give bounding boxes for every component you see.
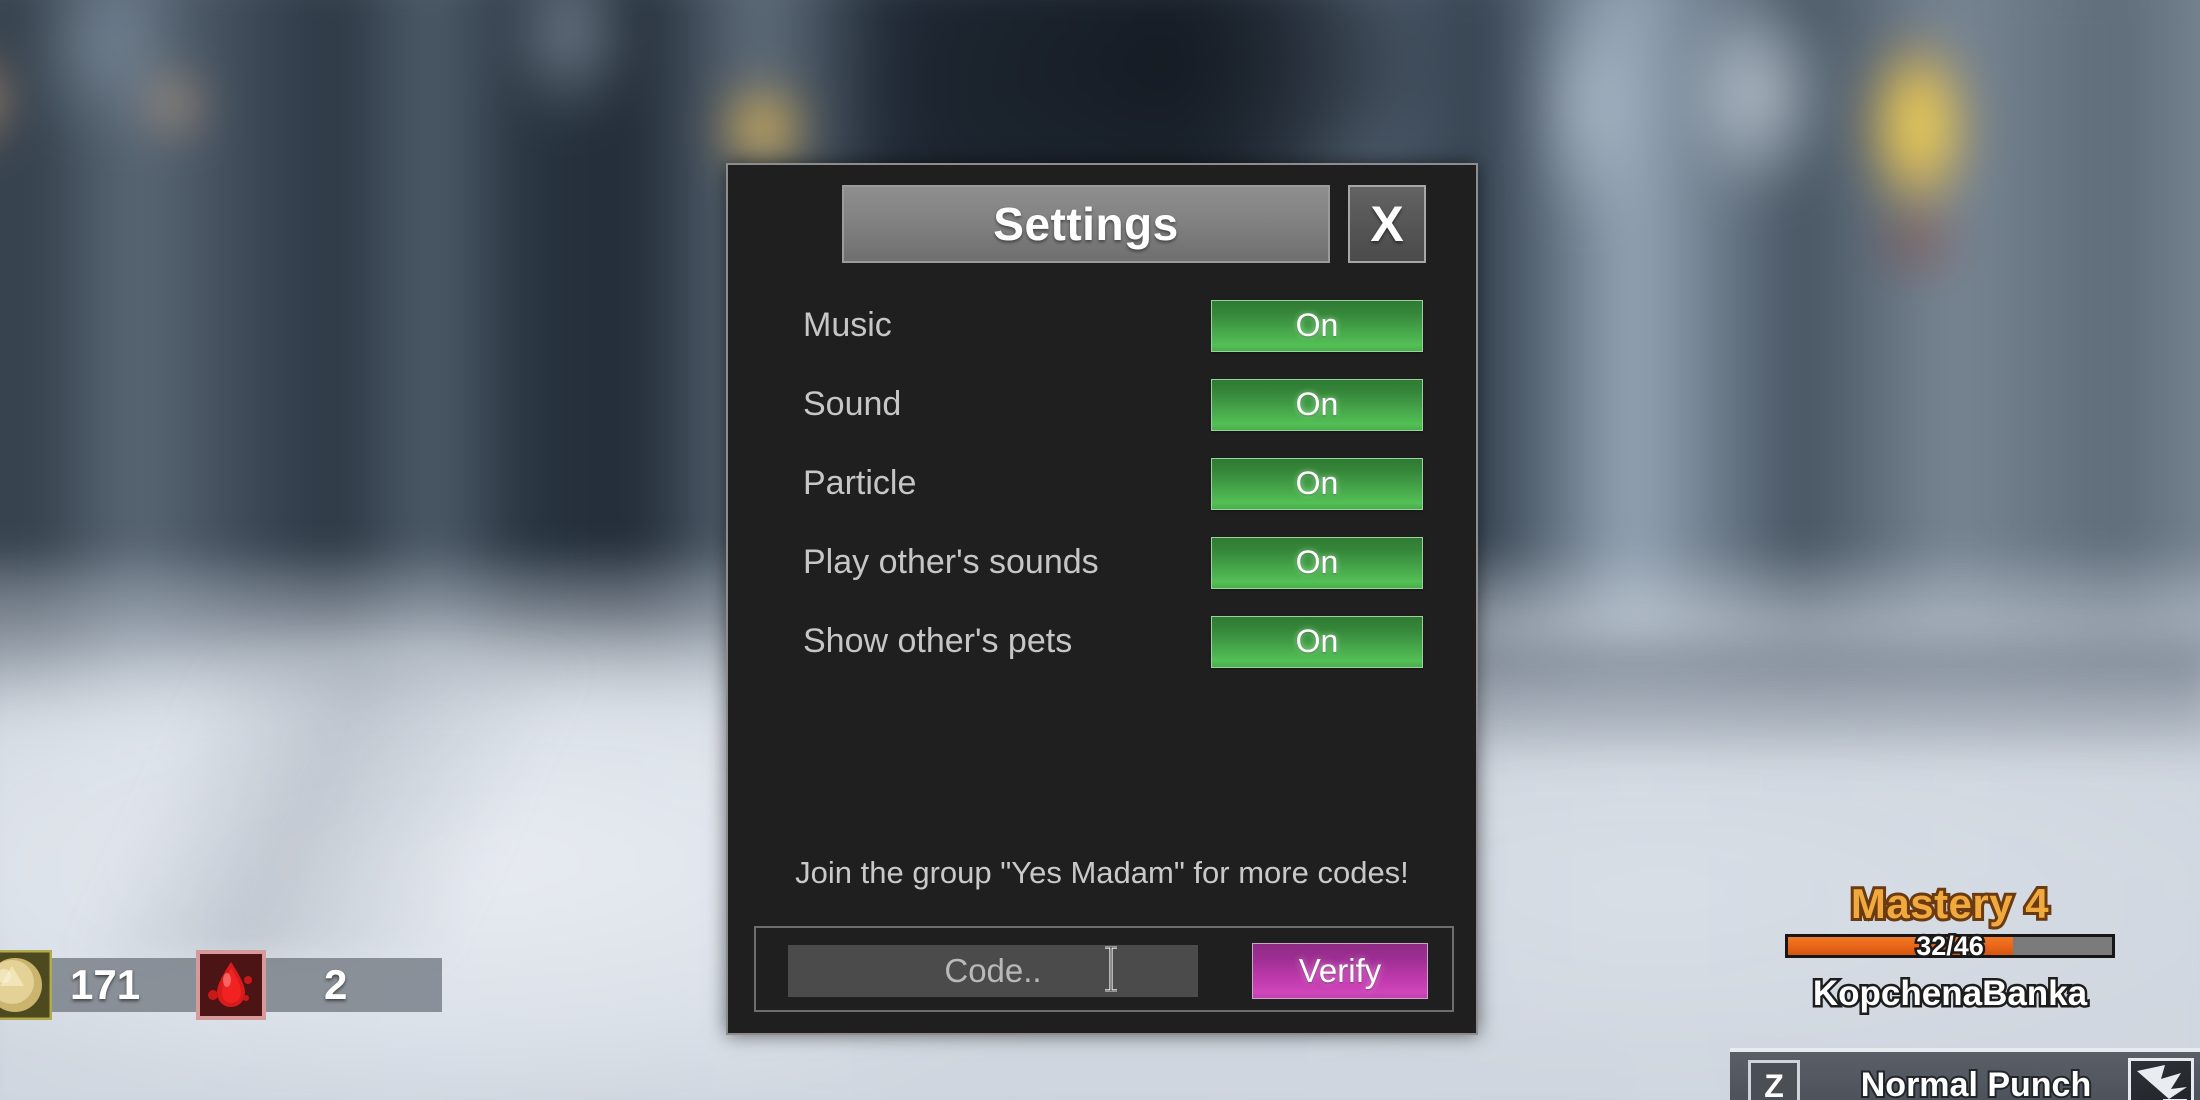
toggle-show-others-pets-value: On <box>1295 623 1339 659</box>
player-name: KopchenaBanka <box>1810 972 2089 1016</box>
stat-pill-blood: 2 <box>236 958 442 1012</box>
mastery-progress-bar: 32/46 <box>1785 928 2115 963</box>
toggle-sound-value: On <box>1295 386 1339 422</box>
group-invite-note: Join the group "Yes Madam" for more code… <box>795 855 1409 890</box>
mastery-title: Mastery 4 <box>1848 877 2052 930</box>
settings-panel: Settings X Music On Sound On Particle On… <box>726 163 1478 1035</box>
skill-name: Normal Punch <box>1859 1064 2093 1100</box>
background-step-shadow <box>1460 640 2200 750</box>
code-input-placeholder: Code.. <box>944 952 1042 989</box>
toggle-particle[interactable]: On <box>1211 457 1423 510</box>
toggle-music-value: On <box>1295 307 1339 343</box>
setting-label-sound: Sound <box>803 385 902 423</box>
setting-row-play-others-sounds: Play other's sounds On <box>728 530 1476 595</box>
panel-header: Settings X <box>728 165 1476 271</box>
setting-label-music: Music <box>803 306 892 344</box>
toggle-sound[interactable]: On <box>1211 378 1423 431</box>
close-button[interactable]: X <box>1348 185 1426 263</box>
code-input[interactable]: Code.. <box>788 945 1198 997</box>
panel-title-bar: Settings <box>842 185 1330 263</box>
setting-row-sound: Sound On <box>728 372 1476 437</box>
toggle-music[interactable]: On <box>1211 299 1423 352</box>
snow-shadow-streak <box>0 660 700 960</box>
text-cursor-icon <box>1105 946 1117 992</box>
toggle-particle-value: On <box>1295 465 1339 501</box>
game-screen: Settings X Music On Sound On Particle On… <box>0 0 2200 1100</box>
skill-bar[interactable]: Z Normal Punch <box>1730 1048 2200 1100</box>
settings-rows-list: Music On Sound On Particle On Play other… <box>728 271 1476 674</box>
toggle-play-others-sounds[interactable]: On <box>1211 536 1423 589</box>
setting-row-particle: Particle On <box>728 451 1476 516</box>
mastery-progress-text: 32/46 <box>1914 928 1987 963</box>
setting-label-particle: Particle <box>803 464 917 502</box>
verify-button[interactable]: Verify <box>1252 943 1428 999</box>
setting-label-show-others-pets: Show other's pets <box>803 622 1073 660</box>
toggle-play-others-sounds-value: On <box>1295 544 1339 580</box>
hud-bottom-right: Mastery 4 32/46 KopchenaBanka <box>1700 877 2200 1016</box>
punch-icon <box>2128 1058 2194 1100</box>
page-title: Settings <box>993 198 1179 250</box>
stat-value-blood: 2 <box>324 961 348 1008</box>
blood-drop-icon <box>196 950 266 1020</box>
skill-key-binding: Z <box>1748 1060 1800 1100</box>
gold-coin-icon <box>0 950 52 1020</box>
close-icon: X <box>1370 196 1404 252</box>
setting-label-play-others-sounds: Play other's sounds <box>803 543 1099 581</box>
verify-button-label: Verify <box>1298 952 1382 989</box>
setting-row-show-others-pets: Show other's pets On <box>728 609 1476 674</box>
toggle-show-others-pets[interactable]: On <box>1211 615 1423 668</box>
setting-row-music: Music On <box>728 293 1476 358</box>
stat-value-gold: 171 <box>70 961 141 1008</box>
